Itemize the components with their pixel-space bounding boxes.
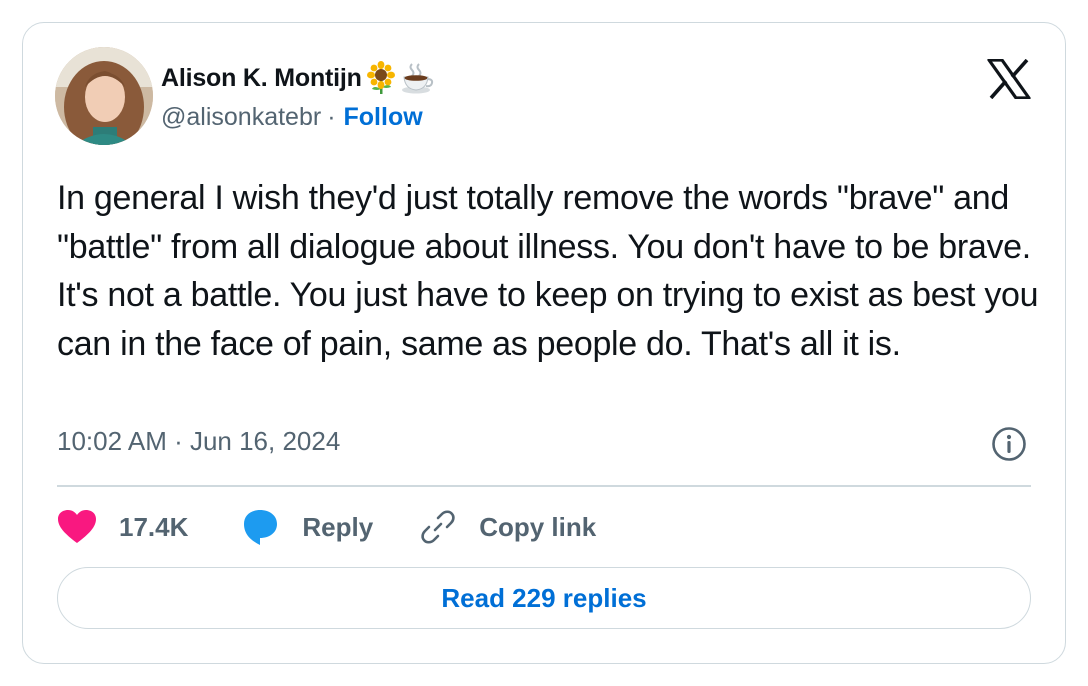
divider — [57, 485, 1031, 487]
link-icon — [421, 510, 455, 544]
author-handle[interactable]: @alisonkatebr — [161, 103, 321, 132]
x-logo-icon[interactable] — [987, 59, 1031, 99]
reply-button[interactable]: Reply — [240, 508, 373, 546]
sunflower-icon — [364, 61, 398, 95]
info-icon[interactable] — [991, 426, 1027, 462]
author-name[interactable]: Alison K. Montijn — [161, 64, 362, 93]
action-bar: 17.4K Reply Copy link — [57, 505, 596, 549]
copy-link-button[interactable]: Copy link — [419, 508, 596, 546]
like-count: 17.4K — [119, 511, 189, 542]
tweet-text: In general I wish they'd just totally re… — [57, 179, 1039, 363]
hot-beverage-icon — [400, 61, 434, 95]
follow-button[interactable]: Follow — [344, 103, 423, 132]
like-button[interactable]: 17.4K — [57, 509, 188, 545]
heart-icon — [58, 510, 96, 543]
handle-row: @alisonkatebr · Follow — [161, 103, 423, 132]
reply-label: Reply — [302, 511, 374, 542]
speech-bubble-icon — [244, 510, 278, 545]
separator-dot: · — [327, 103, 336, 131]
author-name-row: Alison K. Montijn — [161, 61, 434, 95]
copy-link-label: Copy link — [479, 511, 597, 542]
avatar[interactable] — [55, 47, 153, 145]
read-replies-button[interactable]: Read 229 replies — [57, 567, 1031, 629]
tweet-card: Alison K. Montijn @alisonkatebr · Follow… — [22, 22, 1066, 664]
tweet-timestamp[interactable]: 10:02 AM · Jun 16, 2024 — [57, 426, 340, 457]
